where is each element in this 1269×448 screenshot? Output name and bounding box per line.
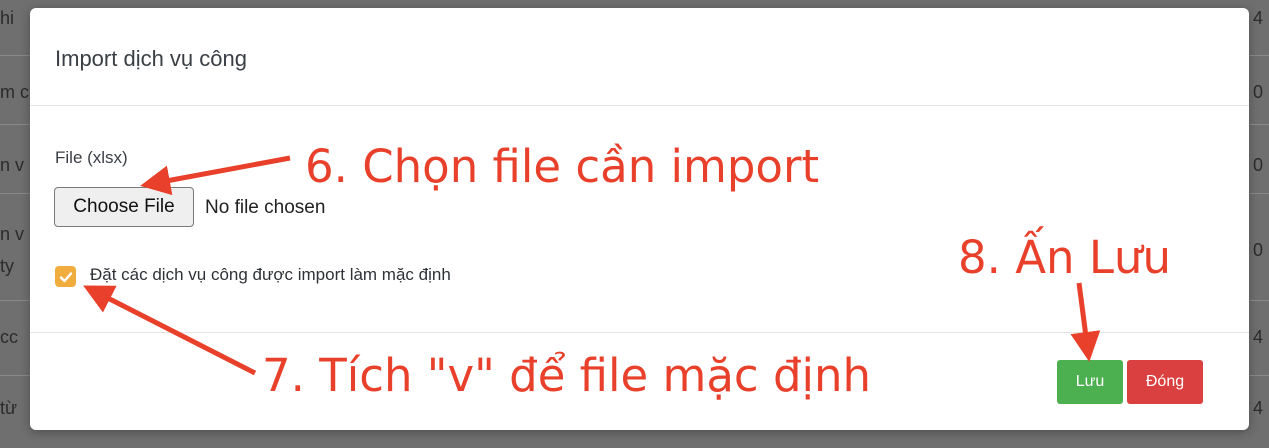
table-cell-fragment: 0 bbox=[1253, 155, 1264, 175]
table-cell-fragment: n v bbox=[0, 224, 25, 244]
table-cell-fragment: ty bbox=[0, 256, 15, 276]
file-status-text: No file chosen bbox=[205, 197, 326, 218]
annotation-step-6: 6. Chọn file cần import bbox=[305, 140, 820, 193]
file-field-label: File (xlsx) bbox=[55, 148, 128, 167]
annotation-step-7: 7. Tích "v" để file mặc định bbox=[262, 349, 872, 402]
close-button[interactable]: Đóng bbox=[1127, 360, 1203, 404]
table-cell-fragment: 4 bbox=[1253, 327, 1264, 347]
table-cell-fragment: từ bbox=[0, 398, 18, 418]
set-default-checkbox-label[interactable]: Đặt các dịch vụ công được import làm mặc… bbox=[90, 265, 451, 285]
table-cell-fragment: m c bbox=[0, 82, 29, 102]
modal-title: Import dịch vụ công bbox=[55, 46, 247, 71]
table-cell-fragment: hi bbox=[0, 8, 15, 28]
table-cell-fragment: 4 bbox=[1253, 8, 1264, 28]
modal-footer-divider bbox=[30, 332, 1249, 333]
save-button[interactable]: Lưu bbox=[1057, 360, 1123, 404]
table-cell-fragment: 4 bbox=[1253, 398, 1264, 418]
annotation-step-8: 8. Ấn Lưu bbox=[958, 231, 1171, 284]
modal-header: Import dịch vụ công bbox=[30, 8, 1249, 106]
table-cell-fragment: 0 bbox=[1253, 82, 1264, 102]
choose-file-button[interactable]: Choose File bbox=[54, 187, 194, 227]
table-cell-fragment: 0 bbox=[1253, 240, 1264, 260]
table-cell-fragment: n v bbox=[0, 155, 25, 175]
set-default-checkbox[interactable] bbox=[55, 266, 76, 287]
checkmark-icon bbox=[59, 271, 72, 282]
table-cell-fragment: cc bbox=[0, 327, 18, 347]
